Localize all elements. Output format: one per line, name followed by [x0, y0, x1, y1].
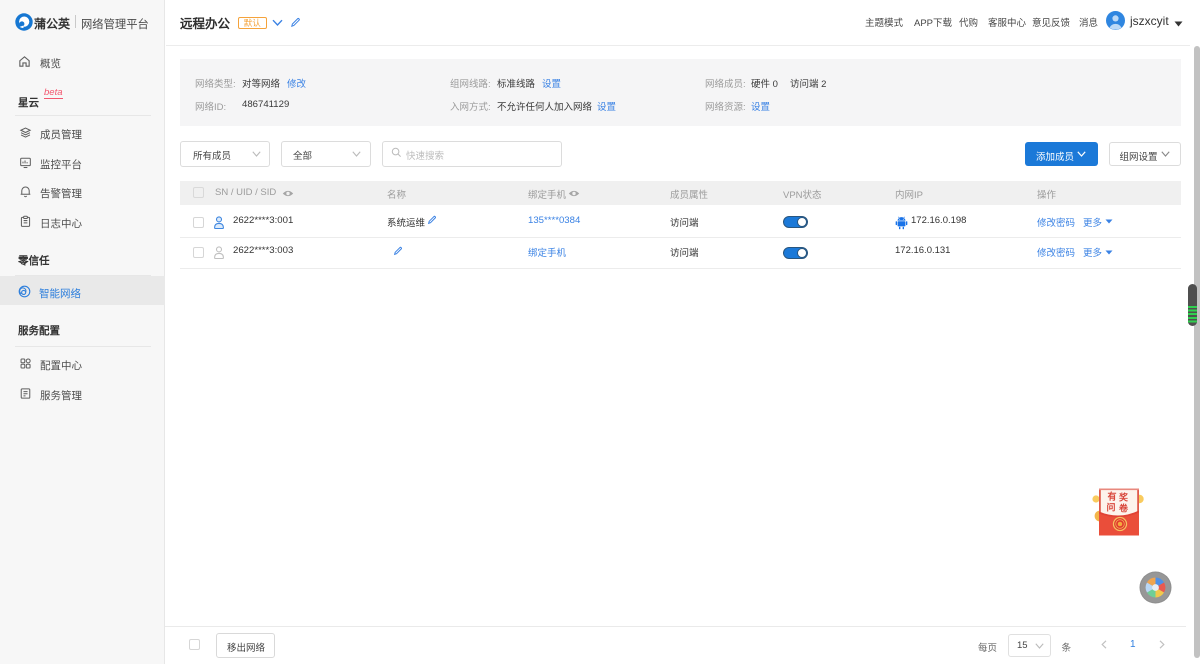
svg-text:卷: 卷: [1118, 503, 1129, 514]
svg-text:有: 有: [1108, 491, 1117, 502]
svg-text:奖: 奖: [1119, 492, 1129, 503]
svg-text:问: 问: [1107, 502, 1116, 513]
